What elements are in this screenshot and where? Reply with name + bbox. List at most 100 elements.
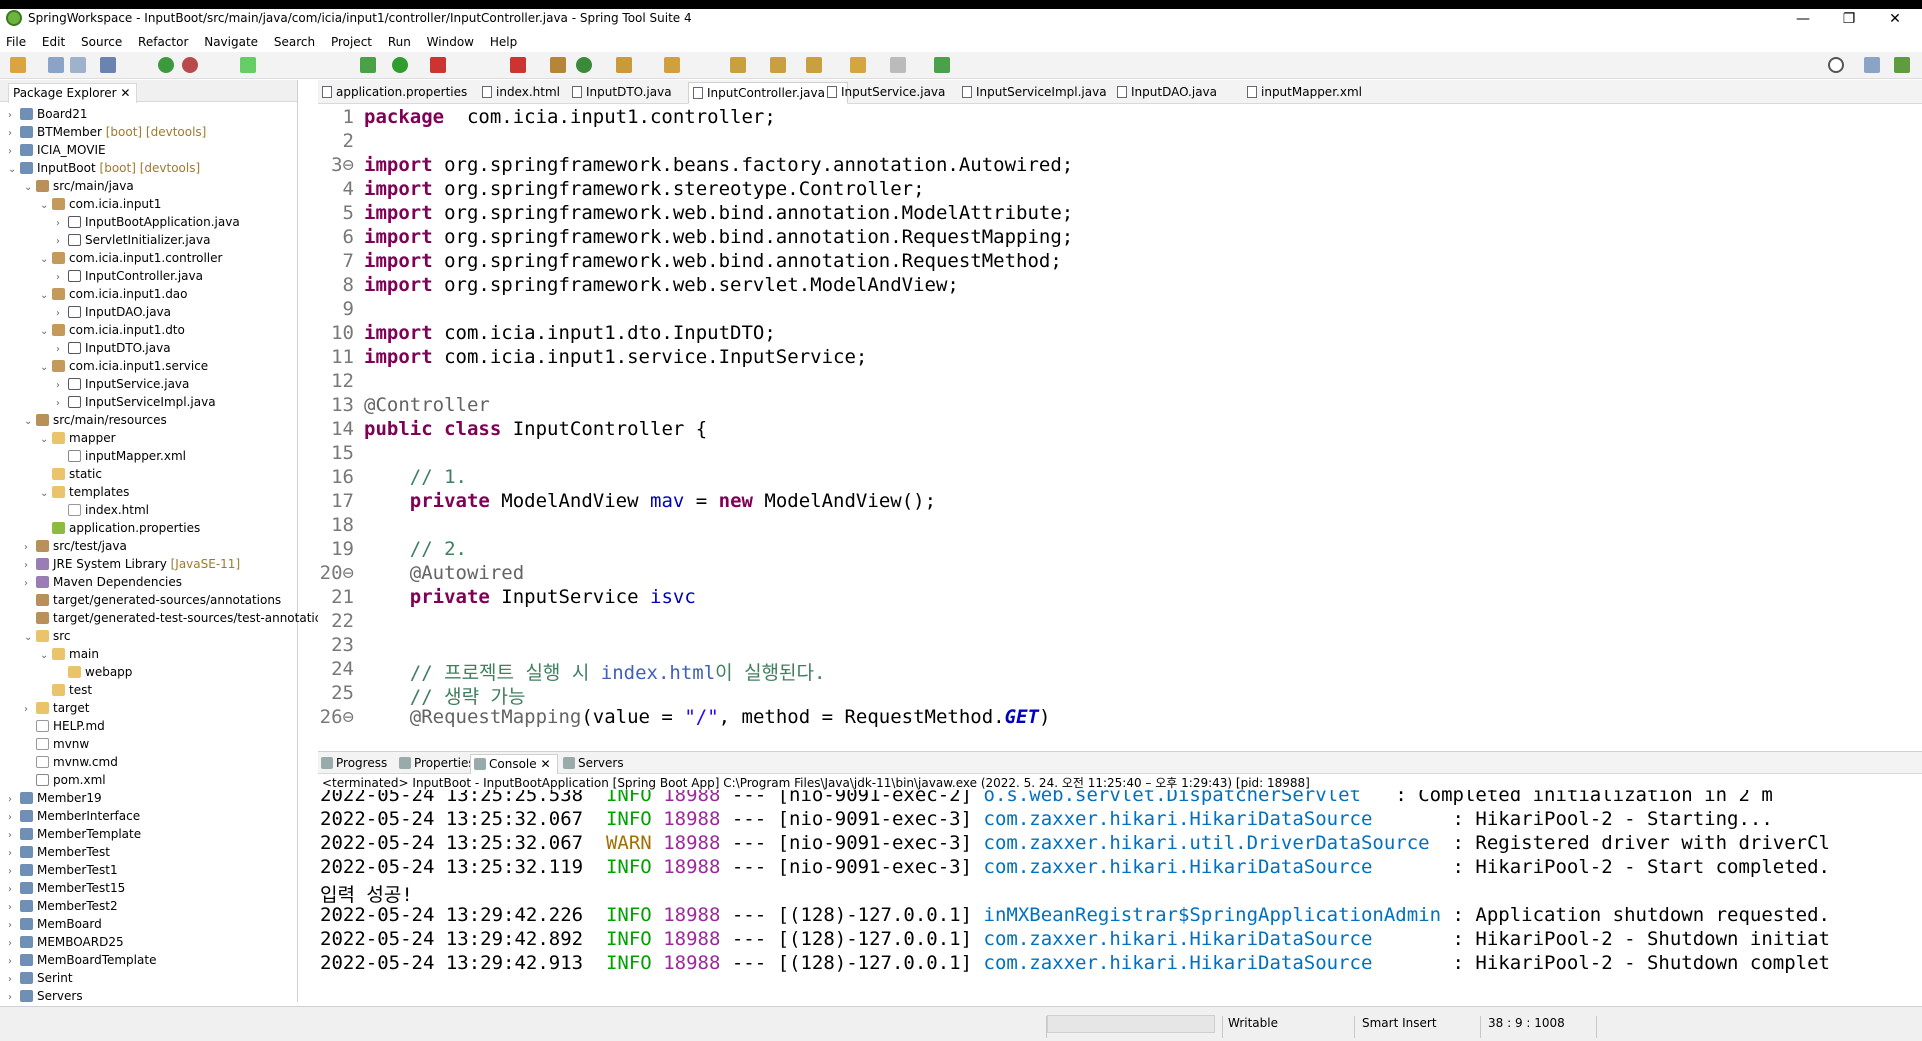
tree-item[interactable]: › BTMember [boot] [devtools] [8,123,206,141]
tree-item[interactable]: › MemBoardTemplate [8,951,156,969]
code-line[interactable]: @Controller [364,394,490,416]
editor-tab[interactable]: InputServiceImpl.java [958,82,1115,104]
tree-item[interactable]: static [40,465,102,483]
code-line[interactable]: import org.springframework.web.servlet.M… [364,274,959,296]
tree-item[interactable]: mvnw [24,735,89,753]
tree-item[interactable]: › Servers [8,987,83,1005]
console-tab[interactable]: Console ✕ [470,754,558,774]
search-tool-icon[interactable] [664,57,680,73]
code-line[interactable]: private InputService isvc [364,586,696,608]
tree-item[interactable]: ⌄ src [24,627,71,645]
forward-icon[interactable] [890,57,906,73]
tree-item[interactable]: target/generated-test-sources/test-annot… [24,609,321,627]
minimize-button[interactable]: — [1780,9,1826,31]
editor-tab[interactable]: inputMapper.xml [1243,82,1370,104]
expand-toggle-icon[interactable]: ⌄ [40,323,52,341]
menu-edit[interactable]: Edit [36,32,71,52]
tree-item[interactable]: › MemberInterface [8,807,140,825]
expand-toggle-icon[interactable]: ⌄ [40,359,52,377]
tree-item[interactable]: index.html [56,501,149,519]
menu-refactor[interactable]: Refactor [132,32,194,52]
tree-item[interactable]: › Serint [8,969,73,987]
open-type-icon[interactable] [616,57,632,73]
tree-item[interactable]: ⌄ main [40,645,99,663]
expand-toggle-icon[interactable]: ⌄ [40,251,52,269]
editor-tab[interactable]: index.html [478,82,568,104]
expand-toggle-icon[interactable]: ⌄ [40,431,52,449]
tree-item[interactable]: ⌄ InputBoot [boot] [devtools] [8,159,200,177]
new-class-icon[interactable] [576,57,592,73]
tree-item[interactable]: › ICIA_MOVIE [8,141,106,159]
new-java-package-icon[interactable] [550,57,566,73]
tree-item[interactable]: target/generated-sources/annotations [24,591,281,609]
code-line[interactable]: // 생략 가능 [364,682,526,709]
debug-icon[interactable] [182,57,198,73]
tree-item[interactable]: › InputServiceImpl.java [56,393,216,411]
editor-tab[interactable]: application.properties [318,82,475,104]
tree-item[interactable]: ⌄ templates [40,483,129,501]
tree-item[interactable]: ⌄ com.icia.input1 [40,195,161,213]
java-editor[interactable]: application.properties index.html InputDTO… [318,80,1922,743]
tree-item[interactable]: webapp [56,663,132,681]
open-perspective-icon[interactable] [1864,57,1880,73]
expand-toggle-icon[interactable]: ⌄ [24,179,36,197]
tree-item[interactable]: pom.xml [24,771,106,789]
menu-navigate[interactable]: Navigate [198,32,264,52]
code-line[interactable]: @Autowired [364,562,524,584]
code-line[interactable]: import org.springframework.beans.factory… [364,154,1073,176]
debug-run-icon[interactable] [360,57,376,73]
tree-item[interactable]: › InputDAO.java [56,303,171,321]
editor-tab[interactable]: InputDAO.java [1113,82,1225,104]
tree-item[interactable]: ⌄ mapper [40,429,116,447]
tree-item[interactable]: ⌄ com.icia.input1.controller [40,249,222,267]
run-external-tools-icon[interactable] [430,57,446,73]
tree-item[interactable]: ⌄ com.icia.input1.service [40,357,208,375]
code-line[interactable]: import org.springframework.web.bind.anno… [364,226,1073,248]
package-explorer-tab[interactable]: Package Explorer ✕ [8,83,138,103]
expand-toggle-icon[interactable]: ⌄ [24,629,36,647]
maximize-button[interactable]: ❐ [1826,9,1872,31]
tree-item[interactable]: › InputBootApplication.java [56,213,240,231]
code-line[interactable]: import org.springframework.stereotype.Co… [364,178,925,200]
tree-item[interactable]: › MemBoard [8,915,102,933]
menu-run[interactable]: Run [382,32,417,52]
code-line[interactable]: // 2. [364,538,467,560]
menu-project[interactable]: Project [325,32,378,52]
editor-tab[interactable]: InputDTO.java [568,82,680,104]
expand-toggle-icon[interactable]: ⌄ [40,197,52,215]
code-line[interactable]: package com.icia.input1.controller; [364,106,776,128]
tree-item[interactable]: application.properties [40,519,200,537]
stop-icon[interactable] [510,57,526,73]
tree-item[interactable]: › MEMBOARD25 [8,933,124,951]
tree-item[interactable]: inputMapper.xml [56,447,186,465]
editor-tab[interactable]: InputService.java [823,82,953,104]
terminal-icon[interactable] [100,57,116,73]
search-icon[interactable] [1828,57,1844,73]
code-line[interactable]: // 1. [364,466,467,488]
tree-item[interactable]: test [40,681,92,699]
tree-item[interactable]: › MemberTest15 [8,879,125,897]
next-annotation-icon[interactable] [730,57,746,73]
tree-item[interactable]: › ServletInitializer.java [56,231,210,249]
tree-item[interactable]: › MemberTest [8,843,110,861]
menu-search[interactable]: Search [268,32,321,52]
tree-item[interactable]: › target [24,699,90,717]
code-line[interactable]: import com.icia.input1.service.InputServ… [364,346,867,368]
save-icon[interactable] [48,57,64,73]
tree-item[interactable]: › InputService.java [56,375,189,393]
toggle-mark-occurrences-icon[interactable] [240,57,256,73]
tree-item[interactable]: HELP.md [24,717,105,735]
tree-item[interactable]: › JRE System Library [JavaSE-11] [24,555,240,573]
tree-item[interactable]: › Maven Dependencies [24,573,182,591]
prev-annotation-icon[interactable] [770,57,786,73]
tree-item[interactable]: › InputDTO.java [56,339,171,357]
new-icon[interactable] [10,57,26,73]
tree-item[interactable]: › Board21 [8,105,88,123]
tree-item[interactable]: mvnw.cmd [24,753,118,771]
expand-toggle-icon[interactable]: ⌄ [40,485,52,503]
code-line[interactable]: // 프로젝트 실행 시 index.html이 실행된다. [364,658,826,685]
tree-item[interactable]: › MemberTest1 [8,861,118,879]
back-icon[interactable] [850,57,866,73]
code-line[interactable]: import org.springframework.web.bind.anno… [364,250,1062,272]
code-line[interactable]: import com.icia.input1.dto.InputDTO; [364,322,776,344]
